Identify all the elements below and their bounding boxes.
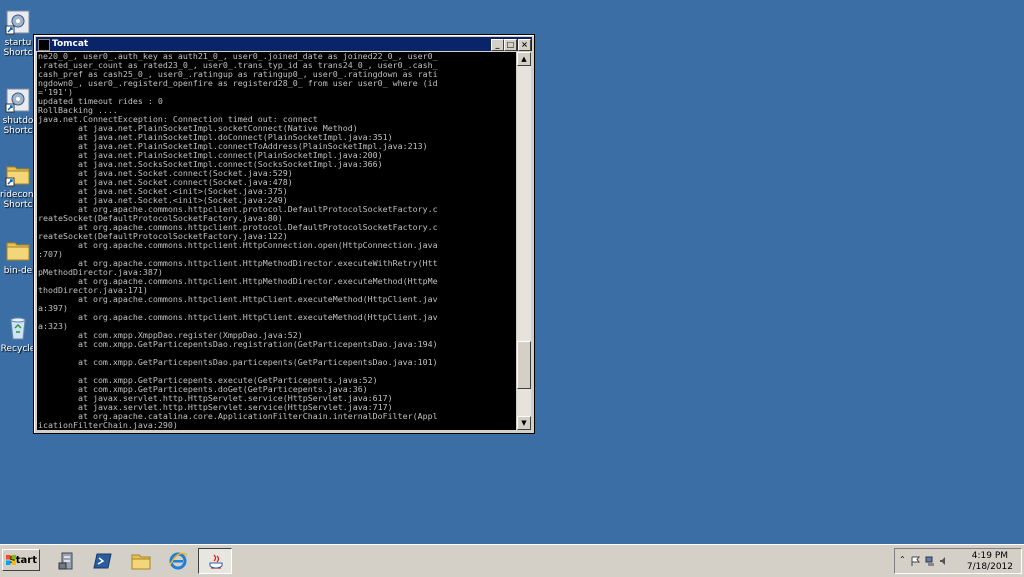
- window-title: Tomcat: [52, 39, 89, 49]
- folder-shortcut-icon: [4, 160, 32, 188]
- minimize-button[interactable]: _: [491, 39, 504, 51]
- taskbar-app-server-manager[interactable]: [50, 548, 84, 574]
- desktop-icon[interactable]: bin-de: [0, 236, 36, 276]
- desktop-icon-label: shutdo: [2, 116, 34, 126]
- taskbar-app-explorer[interactable]: [124, 548, 158, 574]
- clock-time: 4:19 PM: [971, 551, 1009, 561]
- desktop-icon[interactable]: rideconn Shortc: [0, 160, 36, 210]
- taskbar-app-internet-explorer[interactable]: [161, 548, 195, 574]
- console-line: at org.apache.commons.httpclient.HttpCon…: [38, 240, 438, 250]
- console-window[interactable]: Tomcat _ □ × ne20_0_, user0_.auth_key as…: [33, 34, 535, 434]
- desktop-icon[interactable]: startu Shortc: [0, 8, 36, 58]
- desktop-icon-sublabel: Shortc: [3, 200, 33, 210]
- powershell-icon: [93, 551, 113, 571]
- console-line: ngdown0_, user0_.registerd_openfire as r…: [38, 78, 438, 88]
- vertical-scrollbar[interactable]: ▲ ▼: [517, 52, 531, 430]
- flag-icon[interactable]: [911, 556, 921, 566]
- start-button[interactable]: Start: [2, 549, 40, 571]
- system-tray: ⌃ 4:19 PM 7/18/2012: [894, 548, 1022, 574]
- taskbar-app-java[interactable]: [198, 548, 232, 574]
- clock[interactable]: 4:19 PM 7/18/2012: [967, 551, 1013, 573]
- java-icon: [206, 552, 226, 572]
- desktop-icon[interactable]: Recycle: [0, 314, 36, 354]
- title-bar[interactable]: Tomcat _ □ ×: [36, 37, 532, 51]
- clock-date: 7/18/2012: [966, 562, 1013, 572]
- console-line: icationFilterChain.java:290): [38, 420, 178, 430]
- gear-shortcut-icon: [4, 86, 32, 114]
- folder-icon: [131, 551, 151, 571]
- server-manager-icon: [57, 551, 77, 571]
- show-hidden-icons-icon[interactable]: ⌃: [899, 555, 909, 565]
- desktop-icon-label: startu: [4, 38, 32, 48]
- desktop-icon-label: Recycle: [0, 344, 36, 354]
- recycle-bin-icon: [4, 314, 32, 342]
- console-icon: [38, 39, 50, 51]
- scroll-thumb[interactable]: [517, 341, 531, 389]
- network-icon[interactable]: [925, 556, 935, 566]
- console-line: at com.xmpp.GetParticepentsDao.particepe…: [38, 357, 438, 367]
- console-line: at com.xmpp.GetParticepentsDao.registrat…: [38, 339, 438, 349]
- folder-icon: [4, 236, 32, 264]
- ie-icon: [168, 551, 188, 571]
- console-output[interactable]: ne20_0_, user0_.auth_key as auth21_0_, u…: [37, 52, 516, 430]
- windows-logo-icon: [6, 555, 16, 565]
- desktop-icon-label: rideconn: [0, 190, 36, 200]
- console-line: at org.apache.commons.httpclient.HttpCli…: [38, 312, 438, 322]
- taskbar-app-powershell[interactable]: [86, 548, 120, 574]
- desktop-icon-sublabel: Shortc: [3, 126, 33, 136]
- maximize-button[interactable]: □: [504, 39, 517, 51]
- scroll-down-icon[interactable]: ▼: [517, 416, 531, 430]
- speaker-icon[interactable]: [939, 556, 949, 566]
- desktop-icon-sublabel: Shortc: [3, 48, 33, 58]
- desktop-icon[interactable]: shutdo Shortc: [0, 86, 36, 136]
- scroll-up-icon[interactable]: ▲: [517, 52, 531, 66]
- gear-shortcut-icon: [4, 8, 32, 36]
- desktop-icon-label: bin-de: [3, 266, 33, 276]
- taskbar: Start ⌃ 4:19 PM 7/18/2012: [0, 544, 1024, 577]
- close-button[interactable]: ×: [518, 39, 531, 51]
- console-line: at org.apache.commons.httpclient.HttpCli…: [38, 294, 438, 304]
